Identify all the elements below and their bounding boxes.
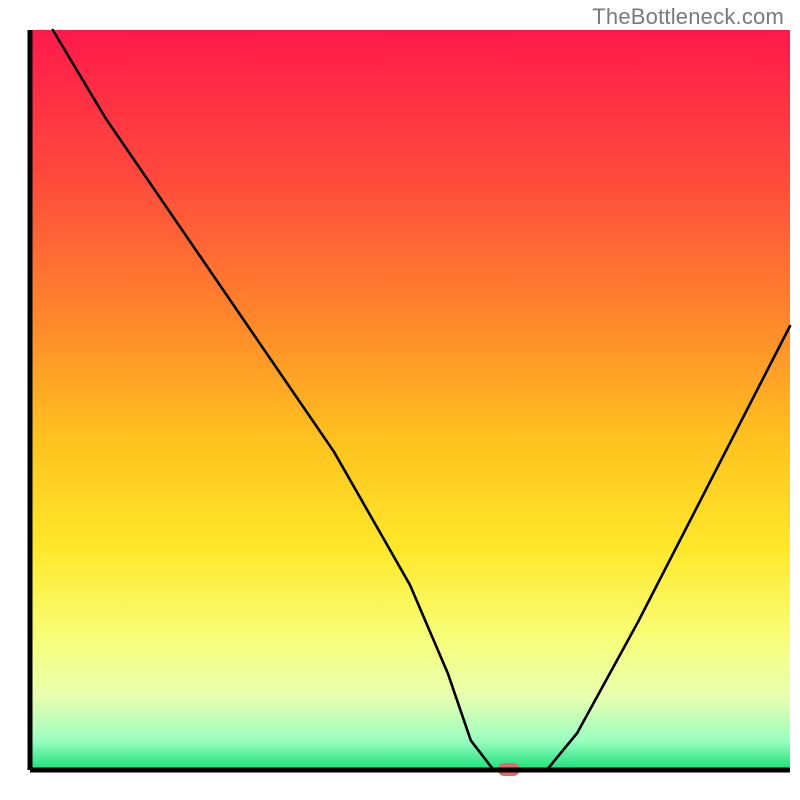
gradient-background: [30, 30, 790, 770]
chart-container: TheBottleneck.com: [0, 0, 800, 800]
watermark-text: TheBottleneck.com: [592, 4, 784, 30]
bottleneck-chart: [0, 0, 800, 800]
